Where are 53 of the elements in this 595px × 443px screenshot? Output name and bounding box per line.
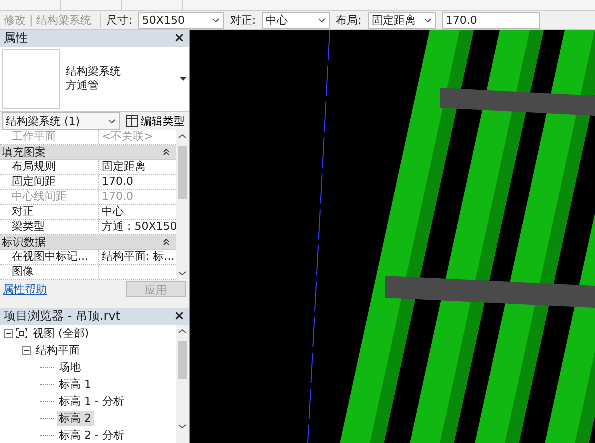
type-selector[interactable]: 结构梁系统 方通管	[0, 47, 189, 112]
collapse-icon[interactable]	[22, 346, 31, 355]
field-label: 尺寸:	[106, 12, 132, 28]
parameter-name: 固定间距	[0, 175, 99, 189]
collapse-icon[interactable]	[4, 329, 13, 338]
parameter-name: 中心线间距	[0, 190, 99, 204]
panel-title: 属性	[4, 30, 28, 47]
tree-item[interactable]: 场地	[57, 360, 83, 375]
chevron-down-icon	[424, 18, 432, 22]
view-icon	[16, 328, 28, 339]
collapse-icon[interactable]	[163, 148, 170, 156]
close-button[interactable]: ×	[174, 31, 185, 46]
tree-item[interactable]: 视图 (全部)	[31, 326, 92, 341]
type-family: 结构梁系统	[66, 65, 122, 79]
dropdown[interactable]: 50X150	[138, 12, 224, 28]
dropdown[interactable]: 固定距离	[368, 12, 436, 28]
parameter-name: 在视图中标记...	[0, 250, 99, 264]
edit-type-icon	[126, 115, 138, 127]
type-name: 方通管	[66, 79, 100, 93]
group-title: 填充图案	[2, 144, 46, 160]
dropdown[interactable]: 中心	[262, 12, 330, 28]
help-link[interactable]: 属性帮助	[3, 282, 47, 296]
collapse-icon[interactable]	[163, 238, 170, 246]
field-label: 布局:	[336, 12, 362, 28]
tree-item[interactable]: 结构平面	[34, 343, 82, 358]
parameter-value[interactable]: 结构平面: 标...	[99, 250, 176, 264]
dropdown-arrow-icon	[180, 77, 187, 81]
parameter-name: 图像	[0, 265, 99, 279]
field-label: 对正:	[230, 12, 256, 28]
tree-item[interactable]: 标高 2 - 分析	[57, 428, 126, 443]
parameter-value[interactable]: 中心	[99, 205, 176, 219]
chevron-down-icon	[108, 118, 116, 124]
parameter-name: 布局规则	[0, 160, 99, 174]
chevron-down-icon	[212, 18, 220, 22]
close-button[interactable]: ×	[174, 309, 185, 324]
parameter-name: 对正	[0, 205, 99, 219]
panel-title: 项目浏览器 - 吊顶.rvt	[4, 308, 121, 325]
group-header[interactable]: 填充图案	[0, 145, 176, 160]
tree-item[interactable]: 标高 1	[57, 377, 94, 392]
parameter-name: 工作平面	[0, 130, 99, 144]
edit-type-button[interactable]: 编辑类型	[124, 114, 187, 128]
group-title: 标识数据	[2, 234, 46, 250]
type-thumbnail	[2, 49, 60, 109]
parameter-value[interactable]: 170.0	[99, 175, 176, 189]
parameter-value[interactable]: 固定距离	[99, 160, 176, 174]
chevron-down-icon	[318, 18, 326, 22]
instance-filter-dropdown[interactable]: 结构梁系统 (1)	[2, 112, 120, 130]
tree-item[interactable]: 标高 1 - 分析	[57, 394, 126, 409]
group-header[interactable]: 标识数据	[0, 235, 176, 250]
tree-item[interactable]: 标高 2	[57, 411, 94, 426]
parameter-name: 梁类型	[0, 220, 99, 234]
input-field[interactable]: 170.0	[442, 12, 540, 28]
context-label: 修改 | 结构梁系统	[4, 12, 101, 28]
